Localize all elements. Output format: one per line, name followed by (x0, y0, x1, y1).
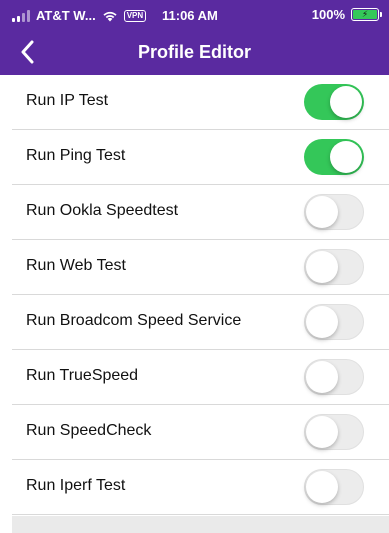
setting-label: Run Web Test (26, 257, 126, 274)
vpn-badge: VPN (123, 9, 147, 22)
setting-label: Run Iperf Test (26, 477, 126, 494)
carrier-name: AT&T W... (36, 8, 96, 23)
toggle-knob (330, 86, 362, 118)
setting-row: Run Ookla Speedtest (12, 185, 389, 240)
toggle-knob (306, 251, 338, 283)
status-time: 11:06 AM (162, 8, 218, 23)
status-right: 100% ⚡ (311, 7, 382, 22)
setting-row: Run Iperf Test (12, 460, 389, 515)
setting-toggle[interactable] (304, 469, 364, 505)
wifi-icon (103, 11, 117, 21)
charging-bolt-icon: ⚡ (353, 9, 377, 19)
toggle-knob (306, 196, 338, 228)
battery-percentage: 100% (311, 7, 345, 22)
setting-toggle[interactable] (304, 304, 364, 340)
setting-toggle[interactable] (304, 414, 364, 450)
page-title: Profile Editor (137, 42, 251, 62)
toggle-knob (306, 361, 338, 393)
status-bar: AT&T W... VPN 11:06 AM 100% ⚡ (0, 0, 389, 30)
setting-label: Run IP Test (26, 92, 109, 109)
setting-label: Run Ping Test (26, 147, 126, 164)
setting-label: Run SpeedCheck (26, 422, 152, 439)
settings-list: Run IP Test Run Ping Test Run Ookla Speedt… (12, 75, 389, 516)
toggle-knob (330, 141, 362, 173)
setting-row: Run Ping Test (12, 130, 389, 185)
toggle-knob (306, 471, 338, 503)
status-left: AT&T W... VPN (12, 8, 147, 23)
setting-row: Run TrueSpeed (12, 350, 389, 405)
setting-row: Run Web Test (12, 240, 389, 295)
setting-toggle[interactable] (304, 249, 364, 285)
setting-toggle[interactable] (304, 139, 364, 175)
nav-bar: Profile Editor (0, 30, 389, 75)
setting-label: Run TrueSpeed (26, 367, 139, 384)
toggle-knob (306, 306, 338, 338)
setting-label: Run Broadcom Speed Service (26, 312, 242, 329)
setting-toggle[interactable] (304, 194, 364, 230)
app-header: AT&T W... VPN 11:06 AM 100% ⚡ Profile Ed… (0, 0, 389, 75)
setting-label: Run Ookla Speedtest (26, 202, 179, 219)
setting-toggle[interactable] (304, 84, 364, 120)
setting-toggle[interactable] (304, 359, 364, 395)
signal-icon (12, 9, 30, 22)
setting-row: Run IP Test (12, 75, 389, 130)
list-footer (12, 516, 389, 533)
battery-icon: ⚡ (351, 8, 382, 21)
toggle-knob (306, 416, 338, 448)
setting-row: Run Broadcom Speed Service (12, 295, 389, 350)
setting-row: Run SpeedCheck (12, 405, 389, 460)
